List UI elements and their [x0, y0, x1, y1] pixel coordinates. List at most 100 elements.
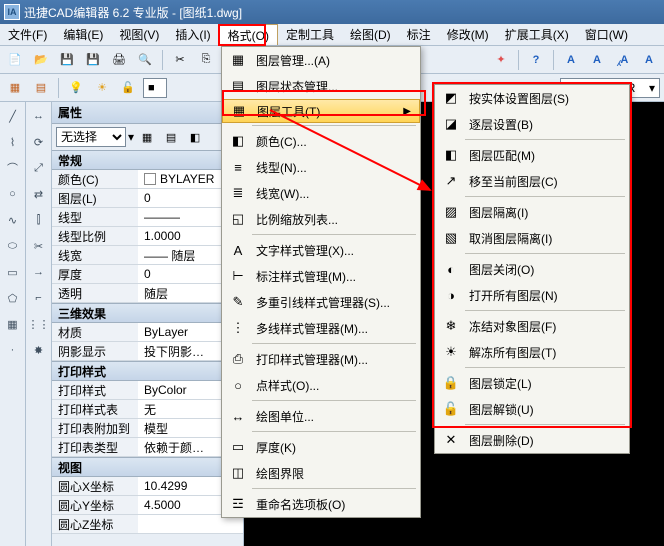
prop-row[interactable]: 线型——— [52, 208, 243, 227]
menu-item[interactable]: ▤图层状态管理... [222, 73, 420, 99]
prop-row[interactable]: 厚度0 [52, 265, 243, 284]
text-a4-icon[interactable]: A [638, 49, 660, 71]
menu-item[interactable]: ◧颜色(C)... [222, 128, 420, 154]
menu-item[interactable]: ↗移至当前图层(C) [435, 168, 629, 194]
prop-row[interactable]: 打印样式ByColor [52, 381, 243, 400]
mirror-icon[interactable]: ⇄ [29, 184, 49, 204]
menu-item[interactable]: ◩按实体设置图层(S) [435, 85, 629, 111]
menu-item[interactable]: A文字样式管理(X)... [222, 237, 420, 263]
menu-item[interactable]: ◱比例缩放列表... [222, 206, 420, 232]
menu-item[interactable]: ○点样式(O)... [222, 372, 420, 398]
menu-item[interactable]: ≣线宽(W)... [222, 180, 420, 206]
array-icon[interactable]: ⋮⋮ [29, 314, 49, 334]
preview-icon[interactable]: 🔍 [134, 49, 156, 71]
cut-icon[interactable]: ✂ [169, 49, 191, 71]
fillet-icon[interactable]: ⌐ [29, 288, 49, 308]
menu-item[interactable]: ▭厚度(K) [222, 434, 420, 460]
prop-row[interactable]: 打印表附加到模型 [52, 419, 243, 438]
line-icon[interactable]: ╱ [3, 106, 23, 126]
text-a3-icon[interactable]: ⁁A [612, 49, 634, 71]
prop-row[interactable]: 圆心X坐标10.4299 [52, 477, 243, 496]
prop-row[interactable]: 打印样式表无 [52, 400, 243, 419]
selection-combo[interactable]: 无选择 [56, 127, 126, 147]
print-icon[interactable]: 🖨 [108, 49, 130, 71]
spline-icon[interactable]: ∿ [3, 210, 23, 230]
hatch-icon[interactable]: ▦ [3, 314, 23, 334]
circle-icon[interactable]: ○ [3, 184, 23, 204]
menu-item[interactable]: 插入(I) [167, 24, 218, 45]
prop-row[interactable]: 线宽—— 随层 [52, 246, 243, 265]
menu-item[interactable]: ✎多重引线样式管理器(S)... [222, 289, 420, 315]
prop-row[interactable]: 圆心Z坐标 [52, 515, 243, 534]
save-icon[interactable]: 💾 [56, 49, 78, 71]
trim-icon[interactable]: ✂ [29, 236, 49, 256]
menu-item[interactable]: ⊢标注样式管理(M)... [222, 263, 420, 289]
text-a-icon[interactable]: A [560, 49, 582, 71]
menu-item[interactable]: ◪逐层设置(B) [435, 111, 629, 137]
menu-item[interactable]: 标注 [399, 24, 439, 45]
layer-state-icon[interactable]: ▤ [30, 77, 52, 99]
arc-icon[interactable]: ⌒ [3, 158, 23, 178]
menu-item[interactable]: 扩展工具(X) [497, 24, 577, 45]
offset-icon[interactable]: ⫿ [29, 210, 49, 230]
prop-row[interactable]: 阴影显示投下阴影… [52, 342, 243, 361]
menu-item[interactable]: ▦图层工具(T)▶ [222, 99, 420, 123]
lock-icon[interactable]: 🔓 [117, 77, 139, 99]
menu-item[interactable]: 窗口(W) [577, 24, 636, 45]
menu-item[interactable]: 绘图(D) [342, 24, 399, 45]
menu-item[interactable]: 编辑(E) [55, 24, 111, 45]
rotate-icon[interactable]: ⟳ [29, 132, 49, 152]
menu-item[interactable]: 格式(O) [219, 24, 278, 45]
layer-mgr-icon[interactable]: ▦ [4, 77, 26, 99]
explode-icon[interactable]: ✸ [29, 340, 49, 360]
prop-btn1-icon[interactable]: ▦ [136, 126, 158, 148]
scale-icon[interactable]: ⤢ [29, 158, 49, 178]
poly-icon[interactable]: ⬠ [3, 288, 23, 308]
bulb-icon[interactable]: 💡 [65, 77, 87, 99]
prop-row[interactable]: 透明随层 [52, 284, 243, 303]
prop-category[interactable]: 三维效果 [52, 303, 243, 323]
menu-item[interactable]: 🔓图层解锁(U) [435, 396, 629, 422]
prop-category[interactable]: 视图 [52, 457, 243, 477]
refresh-icon[interactable]: ✦ [490, 49, 512, 71]
prop-row[interactable]: 打印表类型依赖于颜… [52, 438, 243, 457]
menu-item[interactable]: ◐图层关闭(O) [435, 256, 629, 282]
prop-row[interactable]: 颜色(C)BYLAYER [52, 170, 243, 189]
help-icon[interactable]: ? [525, 49, 547, 71]
menu-item[interactable]: ≡线型(N)... [222, 154, 420, 180]
menu-item[interactable]: ⎙打印样式管理器(M)... [222, 346, 420, 372]
menu-item[interactable]: 🔒图层锁定(L) [435, 370, 629, 396]
copy-icon[interactable]: ⎘ [195, 49, 217, 71]
menu-item[interactable]: ⋮多线样式管理器(M)... [222, 315, 420, 341]
menu-item[interactable]: ◫绘图界限 [222, 460, 420, 486]
prop-row[interactable]: 线型比例1.0000 [52, 227, 243, 246]
prop-btn3-icon[interactable]: ◧ [184, 126, 206, 148]
prop-row[interactable]: 材质ByLayer [52, 323, 243, 342]
polyline-icon[interactable]: ⌇ [3, 132, 23, 152]
menu-item[interactable]: 定制工具 [278, 24, 342, 45]
menu-item[interactable]: ☲重命名选项板(O) [222, 491, 420, 517]
menu-item[interactable]: ◑打开所有图层(N) [435, 282, 629, 308]
move-icon[interactable]: ↔ [29, 106, 49, 126]
menu-item[interactable]: ◧图层匹配(M) [435, 142, 629, 168]
menu-item[interactable]: ☀解冻所有图层(T) [435, 339, 629, 365]
prop-btn2-icon[interactable]: ▤ [160, 126, 182, 148]
menu-item[interactable]: 修改(M) [439, 24, 497, 45]
menu-item[interactable]: ↔绘图单位... [222, 403, 420, 429]
combo-arrow-icon[interactable]: ▾ [128, 130, 134, 144]
sun-icon[interactable]: ☀ [91, 77, 113, 99]
prop-category[interactable]: 打印样式 [52, 361, 243, 381]
point-icon[interactable]: · [3, 340, 23, 360]
prop-row[interactable]: 图层(L)0 [52, 189, 243, 208]
menu-item[interactable]: ❄冻结对象图层(F) [435, 313, 629, 339]
rect-icon[interactable]: ▭ [3, 262, 23, 282]
menu-item[interactable]: ▦图层管理...(A) [222, 47, 420, 73]
menu-item[interactable]: ▨图层隔离(I) [435, 199, 629, 225]
prop-row[interactable]: 圆心Y坐标4.5000 [52, 496, 243, 515]
menu-item[interactable]: 文件(F) [0, 24, 55, 45]
text-a2-icon[interactable]: A [586, 49, 608, 71]
new-icon[interactable]: 📄 [4, 49, 26, 71]
menu-item[interactable]: 视图(V) [111, 24, 167, 45]
ellipse-icon[interactable]: ⬭ [3, 236, 23, 256]
layer-combo[interactable]: ■ [143, 78, 167, 98]
